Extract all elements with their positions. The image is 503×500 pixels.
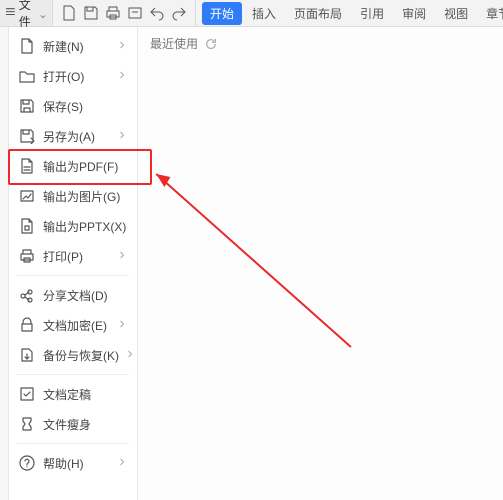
menu-item[interactable]: 帮助(H) [9,448,137,478]
encrypt-icon [19,317,35,333]
new-doc-icon [19,38,35,54]
menu-item-label: 输出为PDF(F) [43,158,127,175]
qa-redo-icon[interactable] [171,5,187,21]
refresh-icon[interactable] [204,37,218,51]
annotation-arrow [138,27,503,500]
recent-label: 最近使用 [150,35,198,52]
menu-separator [17,443,129,444]
left-doc-strip [0,27,9,500]
menu-item-label: 帮助(H) [43,455,111,472]
chevron-right-icon [119,456,127,470]
backup-icon [19,347,35,363]
ribbon-tab[interactable]: 章节 [478,2,503,25]
caret-down-icon [40,9,46,17]
chevron-right-icon [119,69,127,83]
chevron-right-icon [119,249,127,263]
menu-item-label: 新建(N) [43,38,111,55]
slim-icon [19,416,35,432]
menu-item-label: 打印(P) [43,248,111,265]
menu-item-label: 打开(O) [43,68,111,85]
qa-print-icon[interactable] [105,5,121,21]
menu-item-label: 输出为PPTX(X) [43,218,127,235]
menu-item[interactable]: 文档加密(E) [9,310,137,340]
menu-item-label: 备份与恢复(K) [43,347,119,364]
chevron-right-icon [119,318,127,332]
share-icon [19,287,35,303]
export-pdf-icon [19,158,35,174]
chevron-right-icon [127,348,135,362]
file-menu-panel: 新建(N) 打开(O) 保存(S) 另存为(A) 输出为PDF(F) 输出为图片(G) 输出… [9,27,138,500]
menu-item[interactable]: 文档定稿 [9,379,137,409]
ribbon-tabs: 开始插入页面布局引用审阅视图章节开发工 [196,0,503,26]
recent-header: 最近使用 [138,27,503,60]
save-as-icon [19,128,35,144]
qa-undo-icon[interactable] [149,5,165,21]
ribbon-tab[interactable]: 页面布局 [286,2,350,25]
open-icon [19,68,35,84]
main-toolbar: 文件 开始插入页面布局引用审阅视图章节开发工 [0,0,503,27]
menu-item[interactable]: 输出为图片(G) [9,181,137,211]
finalize-icon [19,386,35,402]
menu-item-label: 文档定稿 [43,386,127,403]
ribbon-tab[interactable]: 审阅 [394,2,434,25]
export-img-icon [19,188,35,204]
content-area: 最近使用 [138,27,503,500]
menu-item[interactable]: 输出为PDF(F) [9,151,137,181]
menu-item-label: 分享文档(D) [43,287,127,304]
hamburger-icon [6,8,15,18]
export-ppt-icon [19,218,35,234]
menu-separator [17,275,129,276]
print-icon [19,248,35,264]
file-menu-label: 文件 [19,0,36,30]
quick-access-toolbar [53,0,196,26]
menu-item[interactable]: 文件瘦身 [9,409,137,439]
menu-item[interactable]: 打开(O) [9,61,137,91]
save-icon [19,98,35,114]
chevron-right-icon [119,39,127,53]
menu-item[interactable]: 分享文档(D) [9,280,137,310]
menu-item[interactable]: 新建(N) [9,31,137,61]
menu-item[interactable]: 另存为(A) [9,121,137,151]
menu-item[interactable]: 备份与恢复(K) [9,340,137,370]
ribbon-tab[interactable]: 插入 [244,2,284,25]
menu-item[interactable]: 打印(P) [9,241,137,271]
file-menu-button[interactable]: 文件 [0,0,53,26]
qa-preview-icon[interactable] [127,5,143,21]
menu-item-label: 保存(S) [43,98,127,115]
help-icon [19,455,35,471]
chevron-right-icon [119,129,127,143]
qa-new-icon[interactable] [61,5,77,21]
ribbon-tab[interactable]: 视图 [436,2,476,25]
menu-item-label: 文件瘦身 [43,416,127,433]
menu-item[interactable]: 输出为PPTX(X) [9,211,137,241]
menu-item-label: 另存为(A) [43,128,111,145]
menu-item[interactable]: 保存(S) [9,91,137,121]
menu-separator [17,374,129,375]
qa-save-icon[interactable] [83,5,99,21]
ribbon-tab[interactable]: 引用 [352,2,392,25]
ribbon-tab[interactable]: 开始 [202,2,242,25]
menu-item-label: 输出为图片(G) [43,188,127,205]
menu-item-label: 文档加密(E) [43,317,111,334]
